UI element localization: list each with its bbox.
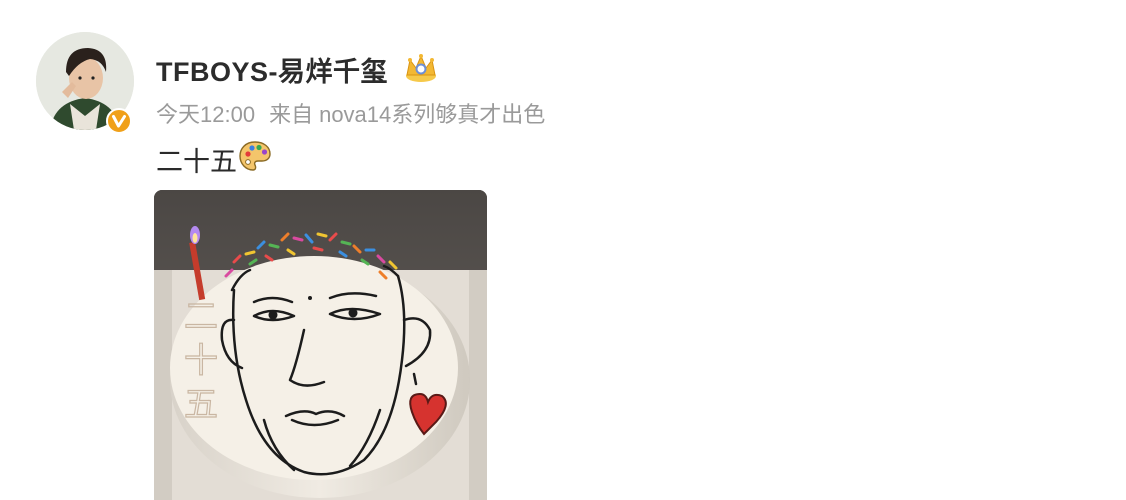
cake-photo-image: 二 十 五 xyxy=(154,190,487,500)
cake-text-1: 二 xyxy=(184,297,218,337)
post-source-device[interactable]: nova14系列够真才出色 xyxy=(319,102,545,127)
post-meta: 今天12:00 来自 nova14系列够真才出色 xyxy=(156,97,545,129)
source-label: 来自 xyxy=(269,102,314,127)
palette-icon xyxy=(238,140,272,172)
cake-text-3: 五 xyxy=(184,385,218,425)
verified-badge-icon xyxy=(106,108,132,134)
crown-icon[interactable] xyxy=(402,50,440,84)
post-time[interactable]: 今天12:00 xyxy=(156,102,255,127)
cake-text-2: 十 xyxy=(184,341,218,381)
username[interactable]: TFBOYS-易烊千玺 xyxy=(156,50,388,89)
post-photo[interactable]: 二 十 五 xyxy=(154,190,487,500)
post-content: 二十五 xyxy=(156,147,237,177)
